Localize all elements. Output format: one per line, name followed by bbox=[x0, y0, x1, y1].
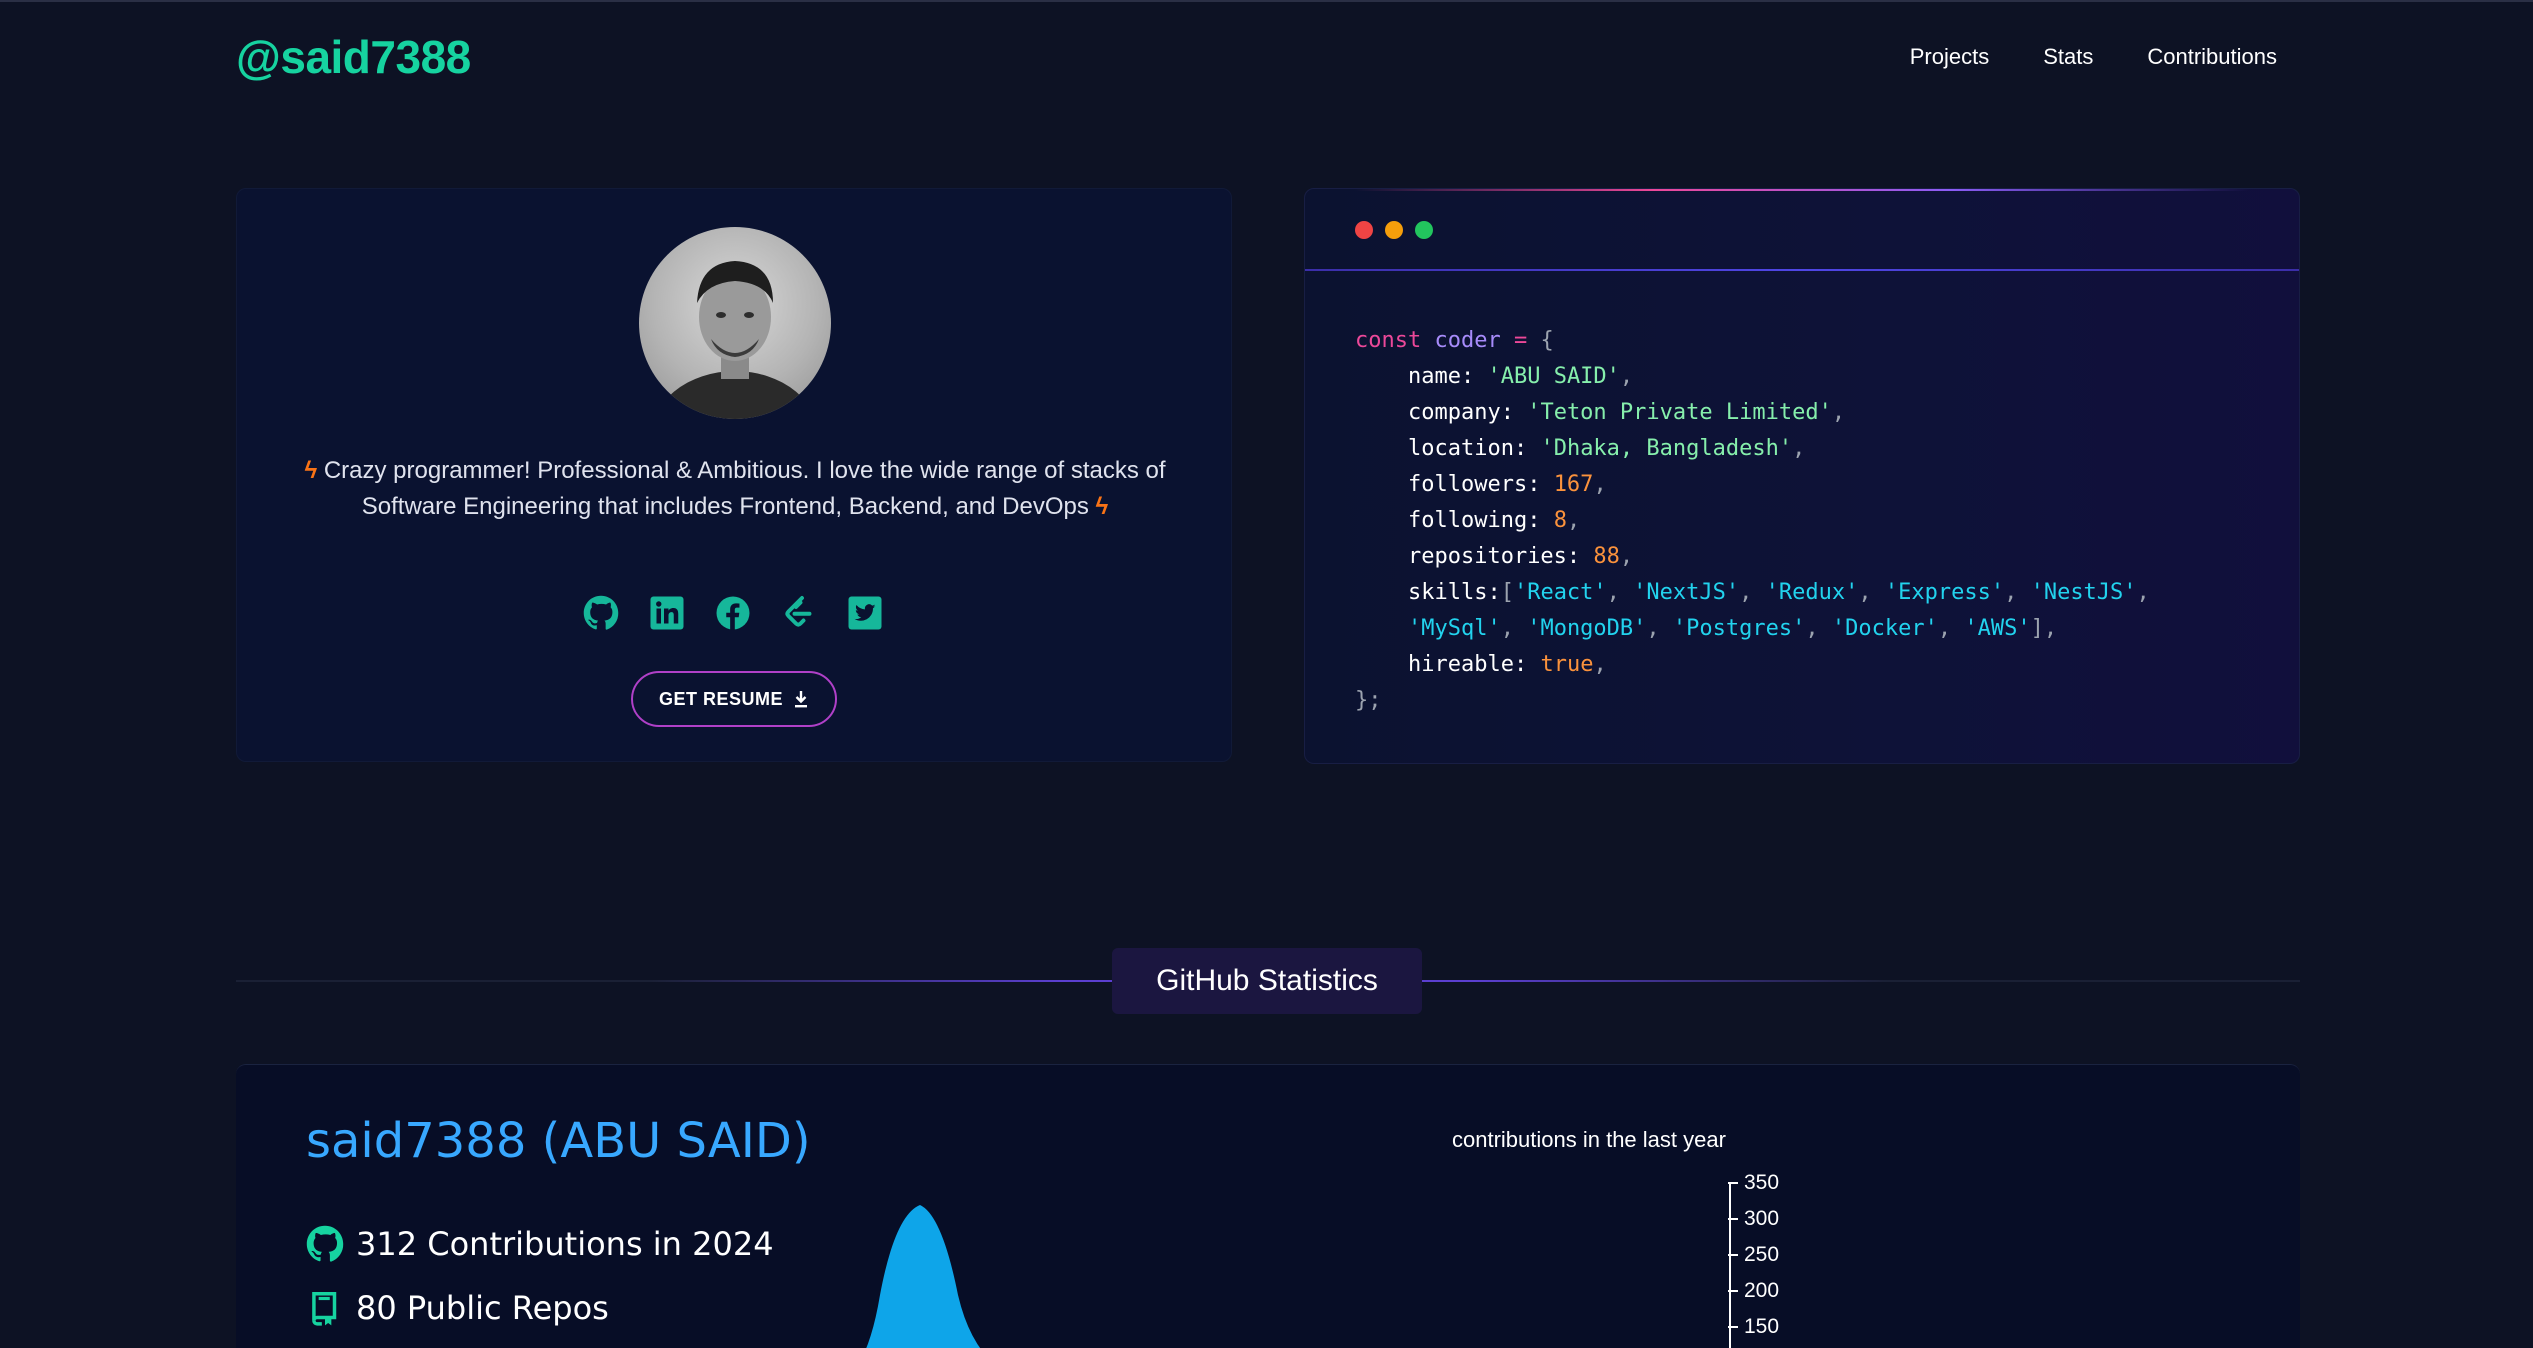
close-dot bbox=[1355, 221, 1373, 239]
linkedin-icon[interactable] bbox=[649, 595, 685, 631]
repos-stat: 80 Public Repos bbox=[306, 1289, 609, 1327]
code-var: coder bbox=[1434, 328, 1501, 353]
code-block: const coder = { name: 'ABU SAID', compan… bbox=[1355, 328, 2150, 713]
top-glow bbox=[1305, 189, 2299, 191]
avatar bbox=[639, 227, 831, 419]
maximize-dot bbox=[1415, 221, 1433, 239]
bio-content: Crazy programmer! Professional & Ambitio… bbox=[323, 457, 1166, 520]
twitter-icon[interactable] bbox=[847, 595, 883, 631]
minimize-dot bbox=[1385, 221, 1403, 239]
skill: 'React' bbox=[1513, 580, 1607, 605]
stats-username[interactable]: said7388 (ABU SAID) bbox=[306, 1113, 811, 1169]
y-tick: 200 bbox=[1728, 1279, 1779, 1303]
skill: 'Postgres' bbox=[1672, 616, 1806, 641]
code-keyword: const bbox=[1355, 328, 1422, 353]
repo-icon bbox=[312, 1292, 337, 1326]
resume-label: GET RESUME bbox=[658, 688, 783, 709]
lightning-icon: ϟ bbox=[1095, 493, 1109, 520]
code-followers: 167 bbox=[1553, 472, 1594, 497]
skill: 'Docker' bbox=[1831, 616, 1938, 641]
get-resume-button[interactable]: GET RESUME bbox=[631, 671, 837, 727]
y-tick: 350 bbox=[1728, 1171, 1779, 1195]
nav-contributions[interactable]: Contributions bbox=[2147, 44, 2277, 70]
code-card: const coder = { name: 'ABU SAID', compan… bbox=[1304, 188, 2300, 764]
social-links bbox=[583, 595, 883, 631]
skill: 'AWS' bbox=[1964, 616, 2031, 641]
contributions-stat: 312 Contributions in 2024 bbox=[306, 1225, 774, 1263]
skill: 'MongoDB' bbox=[1527, 616, 1647, 641]
code-hireable: true bbox=[1540, 652, 1594, 677]
y-tick: 150 bbox=[1728, 1315, 1779, 1339]
contributions-text: 312 Contributions in 2024 bbox=[356, 1225, 774, 1263]
facebook-icon[interactable] bbox=[715, 595, 751, 631]
skill: 'Express' bbox=[1884, 580, 2005, 605]
skill: 'Redux' bbox=[1765, 580, 1859, 605]
nav-projects[interactable]: Projects bbox=[1910, 44, 1989, 70]
code-name: 'ABU SAID' bbox=[1487, 364, 1620, 389]
repos-text: 80 Public Repos bbox=[356, 1289, 609, 1327]
code-company: 'Teton Private Limited' bbox=[1527, 400, 1832, 425]
github-stats-card: said7388 (ABU SAID) 312 Contributions in… bbox=[236, 1064, 2300, 1348]
y-axis: 350 300 250 200 150 bbox=[1728, 1171, 1788, 1348]
code-separator bbox=[1305, 269, 2299, 271]
skill: 'NestJS' bbox=[2030, 580, 2137, 605]
skill: 'NextJS' bbox=[1633, 580, 1740, 605]
github-icon[interactable] bbox=[583, 595, 619, 631]
window-controls bbox=[1355, 221, 1433, 239]
brand-logo[interactable]: @said7388 bbox=[236, 30, 471, 84]
github-icon bbox=[306, 1225, 344, 1262]
y-tick: 250 bbox=[1728, 1243, 1779, 1267]
bio-text: ϟ Crazy programmer! Professional & Ambit… bbox=[297, 453, 1173, 525]
code-location: 'Dhaka, Bangladesh' bbox=[1540, 436, 1793, 461]
profile-card: ϟ Crazy programmer! Professional & Ambit… bbox=[236, 188, 1232, 762]
section-title: GitHub Statistics bbox=[1112, 948, 1422, 1014]
download-icon bbox=[795, 691, 807, 708]
nav-stats[interactable]: Stats bbox=[2043, 44, 2093, 70]
chart-title: contributions in the last year bbox=[1452, 1127, 1726, 1152]
leetcode-icon[interactable] bbox=[781, 595, 817, 631]
contribution-curve bbox=[866, 1205, 981, 1348]
y-tick: 300 bbox=[1728, 1207, 1779, 1231]
skill: 'MySql' bbox=[1407, 616, 1501, 641]
lightning-icon: ϟ bbox=[304, 457, 318, 484]
code-following: 8 bbox=[1553, 508, 1567, 533]
top-border bbox=[0, 0, 2533, 2]
code-repositories: 88 bbox=[1593, 544, 1620, 569]
main-nav: Projects Stats Contributions bbox=[1910, 44, 2277, 70]
